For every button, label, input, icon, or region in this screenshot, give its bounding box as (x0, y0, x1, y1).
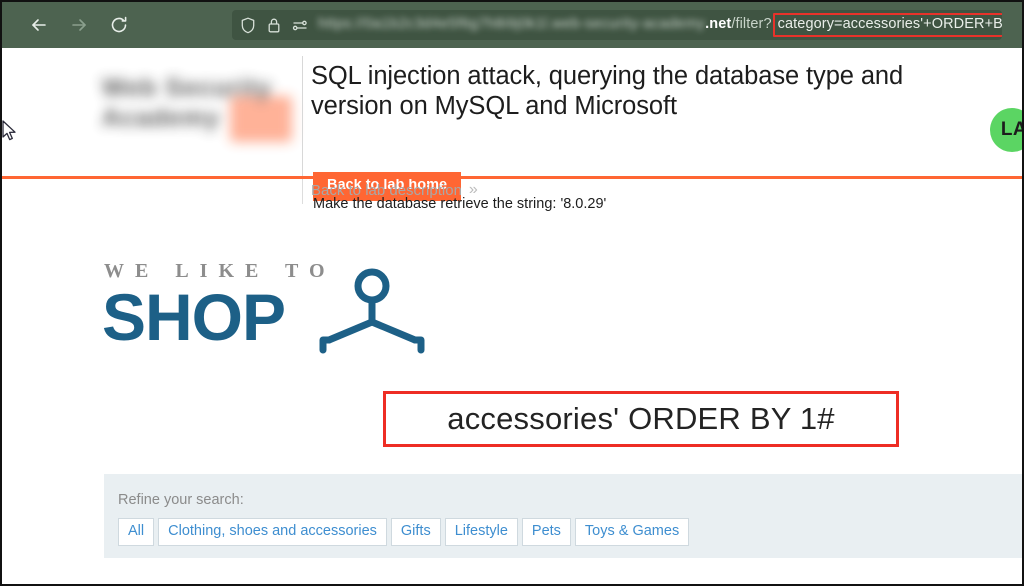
browser-toolbar: https://0a1b2c3d4e5f6g7h8i9j0k1l.web-sec… (2, 2, 1022, 48)
refine-search-panel: Refine your search: All Clothing, shoes … (104, 474, 1022, 558)
lab-header: Web Security Academy SQL injection attac… (2, 48, 1022, 178)
back-icon[interactable] (26, 12, 52, 38)
url-host-tail: .net (705, 16, 731, 32)
mouse-cursor (2, 120, 18, 144)
url-text[interactable]: https://0a1b2c3d4e5f6g7h8i9j0k1l.web-sec… (318, 13, 1002, 37)
highlighted-query-text: accessories' ORDER BY 1# (447, 401, 834, 437)
shop-wordmark: SHOP (102, 284, 285, 350)
filter-pill-lifestyle[interactable]: Lifestyle (445, 518, 518, 546)
orange-divider (2, 176, 1022, 179)
url-redacted-host: https://0a1b2c3d4e5f6g7h8i9j0k1l.web-sec… (318, 16, 705, 32)
filter-pill-clothing[interactable]: Clothing, shoes and accessories (158, 518, 387, 546)
academy-logo-line1: Web Security (102, 74, 272, 103)
shield-icon[interactable] (240, 17, 256, 34)
site-settings-icon[interactable] (292, 18, 308, 33)
filter-pill-row: All Clothing, shoes and accessories Gift… (118, 518, 1022, 546)
refine-search-label: Refine your search: (118, 492, 1022, 508)
back-to-lab-description-label: Back to lab description (311, 182, 462, 199)
url-path: /filter? (731, 16, 771, 32)
chevron-right-icon: » (469, 181, 478, 199)
lock-icon[interactable] (267, 17, 281, 34)
coat-hanger-icon (317, 268, 439, 361)
highlighted-query-box: accessories' ORDER BY 1# (383, 391, 899, 447)
url-query-highlight: category=accessories'+ORDER+BY+1# (773, 13, 1002, 37)
reload-icon[interactable] (106, 12, 132, 38)
forward-icon[interactable] (66, 12, 92, 38)
lab-status-badge: LA (990, 108, 1024, 152)
filter-pill-pets[interactable]: Pets (522, 518, 571, 546)
shop-logo[interactable]: WE LIKE TO SHOP (102, 260, 447, 360)
subheader-divider (302, 180, 303, 204)
filter-pill-gifts[interactable]: Gifts (391, 518, 441, 546)
filter-pill-all[interactable]: All (118, 518, 154, 546)
academy-logo-line2: Academy (102, 104, 220, 133)
filter-pill-toys-games[interactable]: Toys & Games (575, 518, 689, 546)
address-bar[interactable]: https://0a1b2c3d4e5f6g7h8i9j0k1l.web-sec… (232, 10, 1002, 40)
navigation-buttons (12, 12, 150, 38)
browser-window: https://0a1b2c3d4e5f6g7h8i9j0k1l.web-sec… (0, 0, 1024, 586)
lab-title: SQL injection attack, querying the datab… (311, 62, 961, 122)
back-to-lab-description-link[interactable]: Back to lab description » (311, 181, 478, 199)
academy-logo[interactable]: Web Security Academy (80, 52, 298, 150)
address-bar-icons (240, 17, 308, 34)
header-divider (302, 56, 303, 180)
